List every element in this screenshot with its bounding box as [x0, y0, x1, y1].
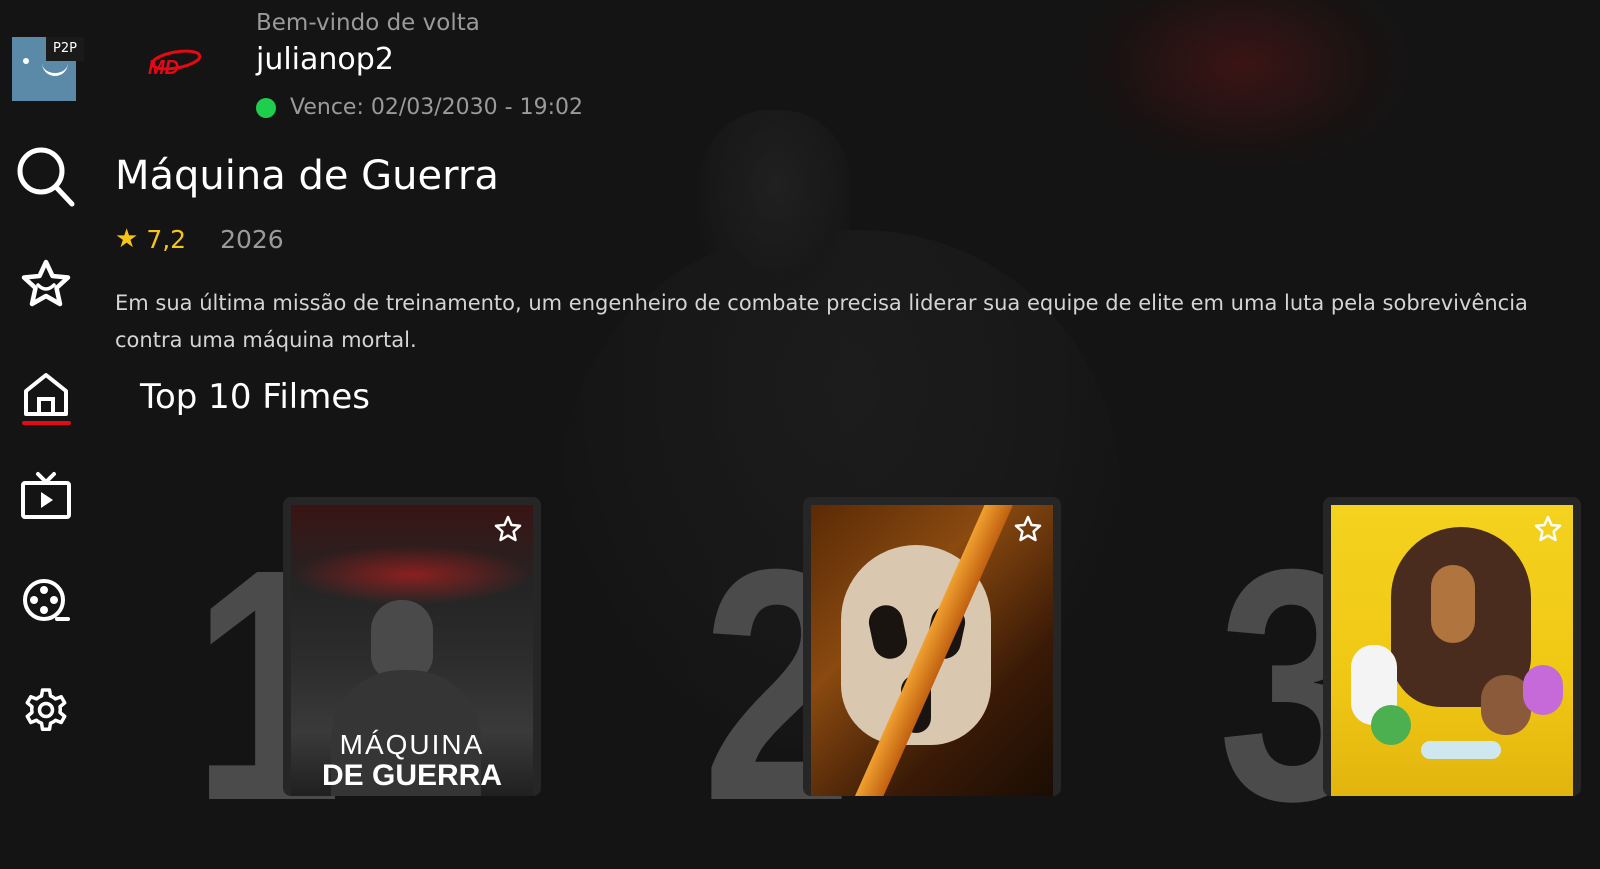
svg-text:MD: MD	[148, 57, 179, 78]
hero-rating: 7,2	[146, 224, 187, 254]
top10-section-title: Top 10 Filmes	[140, 377, 370, 417]
hero-title: Máquina de Guerra	[115, 153, 499, 199]
tv-icon	[21, 472, 71, 519]
poster-title-line1: MÁQUINA	[339, 729, 485, 760]
hero-year: 2026	[220, 224, 284, 254]
nav-search[interactable]	[12, 143, 80, 211]
nav-settings[interactable]	[12, 676, 80, 744]
search-icon	[17, 147, 75, 207]
poster-title-line2: DE GUERRA	[321, 759, 502, 792]
sidebar: P2P	[0, 0, 100, 796]
movie-poster-2[interactable]	[803, 497, 1061, 796]
subscription-expiry: Vence: 02/03/2030 - 19:02	[256, 95, 583, 120]
username: julianop2	[256, 42, 394, 77]
nav-home[interactable]	[12, 360, 80, 428]
movie-poster-3[interactable]	[1323, 497, 1581, 796]
favorite-star-icon[interactable]	[1534, 515, 1562, 543]
hero-meta: ★ 7,2 2026	[115, 224, 284, 254]
p2p-badge: P2P	[46, 37, 84, 61]
gear-icon	[25, 688, 67, 731]
poster-art	[811, 505, 1053, 796]
star-face-icon	[21, 259, 71, 307]
star-icon: ★	[115, 224, 139, 254]
movie-poster-1[interactable]: MÁQUINA DE GUERRA	[283, 497, 541, 796]
nav-movies[interactable]	[12, 568, 80, 636]
home-icon	[24, 373, 68, 416]
film-reel-icon	[23, 579, 70, 621]
favorite-star-icon[interactable]	[494, 515, 522, 543]
brand-logo: MD	[148, 49, 202, 78]
nav-live-tv[interactable]	[12, 462, 80, 530]
status-dot	[256, 97, 276, 118]
welcome-text: Bem-vindo de volta	[256, 10, 480, 36]
nav-favorites[interactable]	[12, 250, 80, 318]
poster-art	[1331, 505, 1573, 796]
expiry-text: Vence: 02/03/2030 - 19:02	[290, 95, 583, 120]
favorite-star-icon[interactable]	[1014, 515, 1042, 543]
poster-art: MÁQUINA DE GUERRA	[291, 505, 533, 796]
hero-description: Em sua última missão de treinamento, um …	[115, 291, 1528, 352]
nav-home-active-indicator	[22, 421, 71, 425]
